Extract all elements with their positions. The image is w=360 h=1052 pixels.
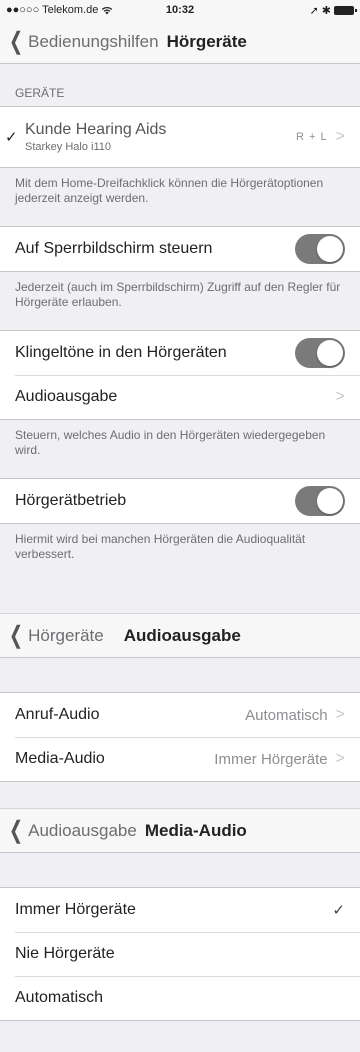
call-audio-value: Automatisch [245,706,328,724]
mode-group: Hörgerätbetrieb [0,478,360,524]
hearing-mode-label: Hörgerätbetrieb [15,492,127,509]
back-label: Audioausgabe [28,820,137,840]
device-model: Starkey Halo i110 [25,141,112,153]
chevron-right-icon: > [335,128,345,145]
lockscreen-control-toggle[interactable] [295,234,345,264]
media-audio-label: Media-Audio [15,750,105,767]
devices-group: ✓ Kunde Hearing Aids Starkey Halo i110 R… [0,106,360,168]
battery-icon [334,5,357,15]
lock-group: Auf Sperrbildschirm steuern [0,226,360,272]
call-audio-row[interactable]: Anruf-Audio Automatisch > [0,693,360,737]
device-row[interactable]: ✓ Kunde Hearing Aids Starkey Halo i110 R… [0,107,360,167]
ringtones-label: Klingeltöne in den Hörgeräten [15,344,227,361]
back-label: Hörgeräte [28,625,104,645]
location-icon: ➚ [309,4,319,17]
lockscreen-control-label: Auf Sperrbildschirm steuern [15,240,213,257]
hearing-mode-footer: Hiermit wird bei manchen Hörgeräten die … [15,532,306,561]
option-label: Nie Hörgeräte [15,945,115,962]
hearing-mode-toggle[interactable] [295,486,345,516]
audio-output-label: Audioausgabe [15,388,118,405]
audio-group: Klingeltöne in den Hörgeräten Audioausga… [0,330,360,420]
ringtones-toggle[interactable] [295,338,345,368]
media-audio-options: Immer Hörgeräte ✓ Nie Hörgeräte Automati… [0,887,360,1021]
audio-footer: Steuern, welches Audio in den Hörgeräten… [15,428,326,457]
chevron-left-icon: ❮ [9,621,24,649]
call-audio-label: Anruf-Audio [15,706,100,723]
chevron-right-icon: > [335,706,345,723]
chevron-left-icon: ❮ [9,27,24,55]
carrier-label: ●●○○○ Telekom.de [6,4,99,16]
wifi-icon [102,6,113,14]
back-button[interactable]: ❮ Hörgeräte [6,621,104,649]
nav-bar-audio-output: ❮ Hörgeräte Audioausgabe [0,614,360,658]
page-title: Hörgeräte [166,31,247,51]
device-name: Kunde Hearing Aids [25,121,167,138]
nav-bar: ❮ Bedienungshilfen Hörgeräte [0,20,360,64]
lockscreen-control-row: Auf Sperrbildschirm steuern [0,227,360,271]
media-audio-screen: ❮ Audioausgabe Media-Audio Immer Hörgerä… [0,808,360,1021]
option-never-hearing-aids[interactable]: Nie Hörgeräte [0,932,360,976]
audio-output-row[interactable]: Audioausgabe > [0,375,360,419]
hearing-aids-screen: ●●○○○ Telekom.de 10:32 ➚ ✱ ❮ Bedienungsh… [0,0,360,582]
page-title: Audioausgabe [123,625,241,645]
option-label: Immer Hörgeräte [15,901,136,918]
checkmark-icon: ✓ [332,902,345,919]
media-audio-value: Immer Hörgeräte [214,750,328,768]
chevron-right-icon: > [335,388,345,405]
option-label: Automatisch [15,989,104,1006]
audio-output-screen: ❮ Hörgeräte Audioausgabe Anruf-Audio Aut… [0,613,360,782]
audio-output-group: Anruf-Audio Automatisch > Media-Audio Im… [0,692,360,782]
media-audio-row[interactable]: Media-Audio Immer Hörgeräte > [0,737,360,781]
option-automatic[interactable]: Automatisch [0,976,360,1020]
device-side-value: R + L [296,131,328,143]
devices-header: GERÄTE [15,86,65,100]
back-button[interactable]: ❮ Audioausgabe [6,816,137,844]
devices-footer: Mit dem Home-Dreifachklick können die Hö… [15,176,324,205]
nav-bar-media-audio: ❮ Audioausgabe Media-Audio [0,809,360,853]
checkmark-icon: ✓ [5,129,18,146]
hearing-mode-row: Hörgerätbetrieb [0,479,360,523]
chevron-right-icon: > [335,750,345,767]
back-label: Bedienungshilfen [28,31,159,51]
lockscreen-footer: Jederzeit (auch im Sperrbildschirm) Zugr… [15,280,341,309]
option-always-hearing-aids[interactable]: Immer Hörgeräte ✓ [0,888,360,932]
back-button[interactable]: ❮ Bedienungshilfen [6,27,159,55]
bluetooth-icon: ✱ [321,4,331,17]
status-bar: ●●○○○ Telekom.de 10:32 ➚ ✱ [0,0,360,20]
chevron-left-icon: ❮ [9,816,24,844]
page-title: Media-Audio [144,820,247,840]
ringtones-row: Klingeltöne in den Hörgeräten [0,331,360,375]
